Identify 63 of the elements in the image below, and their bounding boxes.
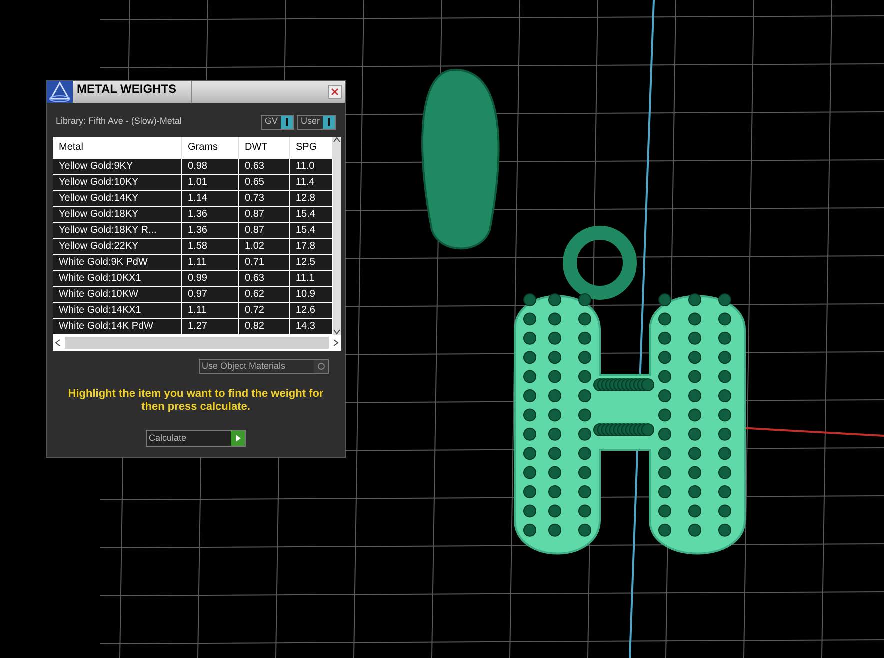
table-cell: 1.36 [182, 207, 239, 222]
table-row[interactable]: White Gold:14K PdW 1.27 0.82 14.3 [53, 319, 333, 335]
close-icon [331, 88, 339, 96]
instruction-text: Highlight the item you want to find the weight for then press calculate. [67, 388, 325, 414]
table-row[interactable]: Yellow Gold:18KY R... 1.36 0.87 15.4 [53, 223, 333, 239]
horizontal-scrollbar[interactable] [53, 335, 341, 351]
table-row[interactable]: White Gold:9K PdW 1.11 0.71 12.5 [53, 255, 333, 271]
table-cell: 1.11 [182, 303, 239, 318]
toggle-button[interactable]: User [296, 114, 336, 130]
scroll-down-icon [333, 329, 341, 335]
table-row[interactable]: White Gold:10KX1 0.99 0.63 11.1 [53, 271, 333, 287]
table-cell: 0.98 [182, 159, 239, 174]
toggle-indicator-icon [323, 116, 335, 128]
vertical-scrollbar[interactable] [333, 137, 341, 335]
pyramid-icon [47, 81, 73, 103]
table-cell: 0.87 [239, 223, 290, 238]
table-cell: 0.72 [239, 303, 290, 318]
table-cell: 1.11 [182, 255, 239, 270]
table-cell: 0.82 [239, 319, 290, 334]
table-cell: White Gold:14K PdW [53, 319, 182, 334]
window-title: METAL WEIGHTS [77, 81, 192, 103]
table-cell: 1.02 [239, 239, 290, 254]
close-button[interactable] [328, 85, 342, 99]
table-cell: 1.27 [182, 319, 239, 334]
table-cell: 0.97 [182, 287, 239, 302]
table-cell: 0.65 [239, 175, 290, 190]
table-row[interactable]: Yellow Gold:22KY 1.58 1.02 17.8 [53, 239, 333, 255]
table-cell: Yellow Gold:18KY R... [53, 223, 182, 238]
table-cell: 1.36 [182, 223, 239, 238]
table-cell: White Gold:10KX1 [53, 271, 182, 286]
table-row[interactable]: Yellow Gold:10KY 1.01 0.65 11.4 [53, 175, 333, 191]
table-cell: Yellow Gold:10KY [53, 175, 182, 190]
table-cell: 0.71 [239, 255, 290, 270]
table-row[interactable]: White Gold:14KX1 1.11 0.72 12.6 [53, 303, 333, 319]
table-cell: 0.63 [239, 159, 290, 174]
table-cell: 0.62 [239, 287, 290, 302]
scroll-up-icon [333, 137, 341, 143]
option-checkbox[interactable]: Use Object Materials [199, 359, 329, 374]
library-label: Library: Fifth Ave - (Slow)-Metal [56, 115, 182, 128]
toggle-button[interactable]: GV [260, 114, 294, 130]
calculate-button[interactable]: Calculate [146, 430, 246, 447]
table-cell: Yellow Gold:14KY [53, 191, 182, 206]
table-cell: 1.14 [182, 191, 239, 206]
table-cell: 1.58 [182, 239, 239, 254]
table-row[interactable]: Yellow Gold:14KY 1.14 0.73 12.8 [53, 191, 333, 207]
table-row[interactable]: White Gold:10KW 0.97 0.62 10.9 [53, 287, 333, 303]
table-cell: 0.87 [239, 207, 290, 222]
table-cell: Yellow Gold:22KY [53, 239, 182, 254]
table-cell: 0.99 [182, 271, 239, 286]
table-cell: 0.73 [239, 191, 290, 206]
table-cell: White Gold:10KW [53, 287, 182, 302]
table-cell: 0.63 [239, 271, 290, 286]
table-cell: White Gold:9K PdW [53, 255, 182, 270]
scroll-left-icon [55, 339, 61, 347]
scroll-right-icon [333, 339, 339, 347]
table-row[interactable]: Yellow Gold:18KY 1.36 0.87 15.4 [53, 207, 333, 223]
table-cell: Yellow Gold:9KY [53, 159, 182, 174]
table-cell: Yellow Gold:18KY [53, 207, 182, 222]
table-cell: White Gold:14KX1 [53, 303, 182, 318]
table-row[interactable]: Yellow Gold:9KY 0.98 0.63 11.0 [53, 159, 333, 175]
play-icon [231, 431, 245, 446]
table-cell: 1.01 [182, 175, 239, 190]
toggle-indicator-icon [280, 116, 293, 128]
